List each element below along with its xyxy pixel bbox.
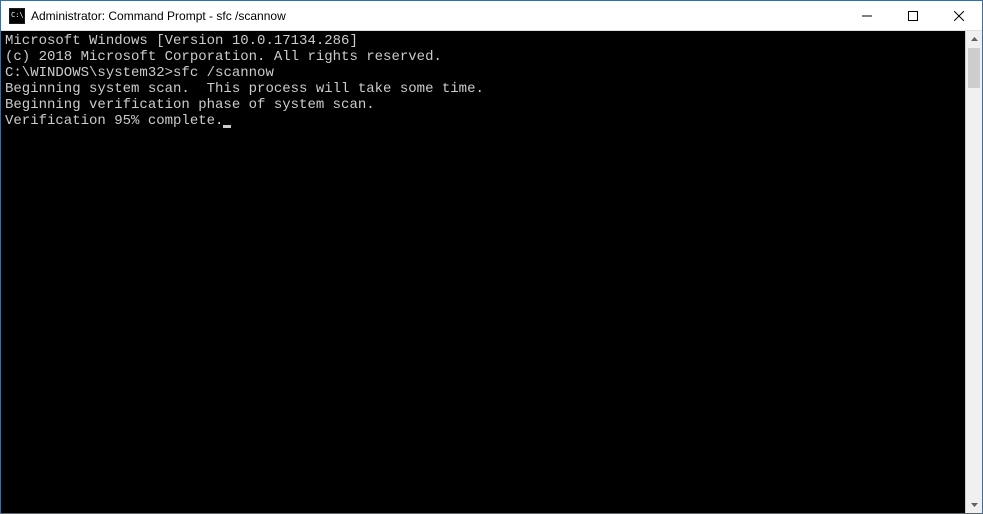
minimize-button[interactable]: [844, 1, 890, 30]
command-prompt-window: C:\ Administrator: Command Prompt - sfc …: [0, 0, 983, 514]
cursor: [223, 125, 231, 128]
output-line: (c) 2018 Microsoft Corporation. All righ…: [5, 49, 961, 65]
window-controls: [844, 1, 982, 30]
titlebar[interactable]: C:\ Administrator: Command Prompt - sfc …: [1, 1, 982, 31]
prompt: C:\WINDOWS\system32>: [5, 65, 173, 81]
output-line: Microsoft Windows [Version 10.0.17134.28…: [5, 33, 961, 49]
vertical-scrollbar[interactable]: [965, 31, 982, 513]
progress-line: Verification 95% complete.: [5, 113, 961, 129]
maximize-button[interactable]: [890, 1, 936, 30]
window-title: Administrator: Command Prompt - sfc /sca…: [31, 9, 844, 23]
prompt-line: C:\WINDOWS\system32>sfc /scannow: [5, 65, 961, 81]
svg-text:C:\: C:\: [11, 11, 24, 19]
scrollbar-track[interactable]: [966, 48, 982, 496]
scroll-down-button[interactable]: [966, 496, 982, 513]
verification-progress: Verification 95% complete.: [5, 113, 223, 129]
terminal-output[interactable]: Microsoft Windows [Version 10.0.17134.28…: [1, 31, 965, 513]
output-line: Beginning verification phase of system s…: [5, 97, 961, 113]
close-button[interactable]: [936, 1, 982, 30]
scrollbar-thumb[interactable]: [968, 48, 980, 88]
output-line: Beginning system scan. This process will…: [5, 81, 961, 97]
cmd-icon: C:\: [9, 8, 25, 24]
terminal-container: Microsoft Windows [Version 10.0.17134.28…: [1, 31, 982, 513]
command-input: sfc /scannow: [173, 65, 274, 81]
scroll-up-button[interactable]: [966, 31, 982, 48]
